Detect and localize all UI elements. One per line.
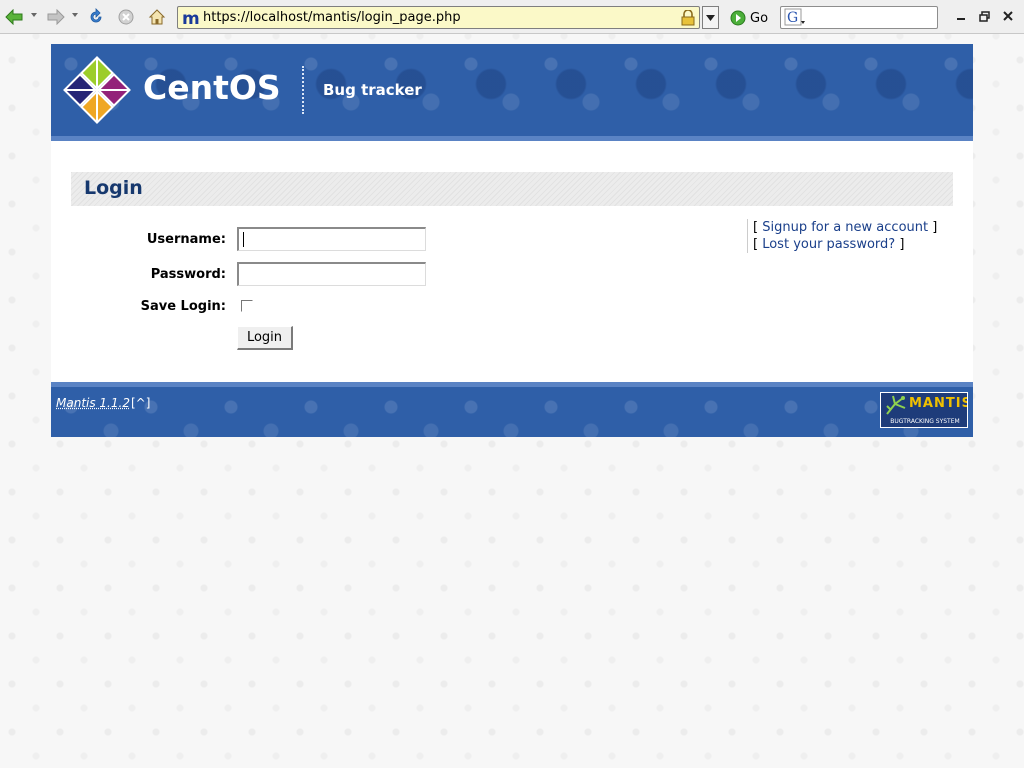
- account-links: [ Signup for a new account ] [ Lost your…: [747, 219, 937, 253]
- url-text: https://localhost/mantis/login_page.php: [203, 10, 461, 25]
- site-footer: Mantis 1.1.2 [^] MANTIS BUGTRACKING SYST…: [51, 382, 973, 437]
- username-label: Username:: [146, 232, 226, 247]
- save-login-label: Save Login:: [140, 299, 226, 314]
- logo-divider: [302, 66, 304, 114]
- svg-text:G: G: [787, 10, 798, 26]
- save-login-checkbox[interactable]: [241, 300, 253, 312]
- search-bar[interactable]: G: [780, 6, 938, 29]
- page-container: CentOS Bug tracker Login Username: Passw…: [51, 44, 973, 437]
- back-history-dropdown-icon[interactable]: [31, 13, 37, 17]
- lock-icon[interactable]: [681, 9, 695, 26]
- forward-arrow-icon[interactable]: [46, 7, 66, 27]
- close-window-icon[interactable]: [1001, 9, 1015, 23]
- mantis-version-link[interactable]: Mantis 1.1.2: [56, 396, 130, 410]
- username-input[interactable]: [237, 227, 426, 251]
- open-bracket: [: [753, 237, 759, 252]
- restore-window-icon[interactable]: [977, 9, 991, 23]
- mantis-bug-icon: [886, 395, 906, 415]
- google-icon[interactable]: G: [784, 8, 806, 28]
- close-bracket: ]: [932, 220, 938, 235]
- url-bar[interactable]: m https://localhost/mantis/login_page.ph…: [177, 6, 700, 29]
- mantis-logo-badge[interactable]: MANTIS BUGTRACKING SYSTEM: [880, 392, 968, 428]
- password-input[interactable]: [237, 262, 426, 286]
- close-bracket: ]: [899, 237, 905, 252]
- stop-icon[interactable]: [116, 7, 136, 27]
- reload-icon[interactable]: [86, 7, 106, 27]
- svg-text:m: m: [182, 9, 199, 27]
- mantis-badge-word: MANTIS: [909, 396, 968, 411]
- login-button[interactable]: Login: [237, 326, 293, 350]
- signup-row: [ Signup for a new account ]: [753, 219, 937, 236]
- password-label: Password:: [150, 267, 226, 282]
- url-history-dropdown[interactable]: [702, 6, 719, 29]
- mantis-favicon-icon: m: [181, 9, 200, 29]
- header-subtitle: Bug tracker: [323, 81, 422, 99]
- minimize-window-icon[interactable]: [954, 9, 968, 23]
- back-arrow-icon[interactable]: [4, 7, 24, 27]
- lost-password-row: [ Lost your password? ]: [753, 236, 937, 253]
- signup-link[interactable]: Signup for a new account: [762, 220, 928, 235]
- lost-password-link[interactable]: Lost your password?: [762, 237, 895, 252]
- go-label: Go: [750, 10, 769, 26]
- page-title: Login: [84, 177, 143, 199]
- browser-toolbar: m https://localhost/mantis/login_page.ph…: [0, 0, 1024, 34]
- centos-logo-icon[interactable]: [61, 54, 133, 126]
- back-to-top-link[interactable]: [^]: [131, 396, 150, 410]
- login-title-bar: Login: [71, 172, 953, 206]
- go-arrow-icon: [730, 10, 746, 26]
- go-button[interactable]: Go: [730, 8, 768, 28]
- logo-text: CentOS: [143, 68, 281, 107]
- text-cursor: [243, 232, 244, 247]
- site-header: CentOS Bug tracker: [51, 44, 973, 141]
- open-bracket: [: [753, 220, 759, 235]
- mantis-badge-subtitle: BUGTRACKING SYSTEM: [890, 418, 960, 425]
- home-icon[interactable]: [147, 7, 167, 27]
- forward-history-dropdown-icon[interactable]: [72, 13, 78, 17]
